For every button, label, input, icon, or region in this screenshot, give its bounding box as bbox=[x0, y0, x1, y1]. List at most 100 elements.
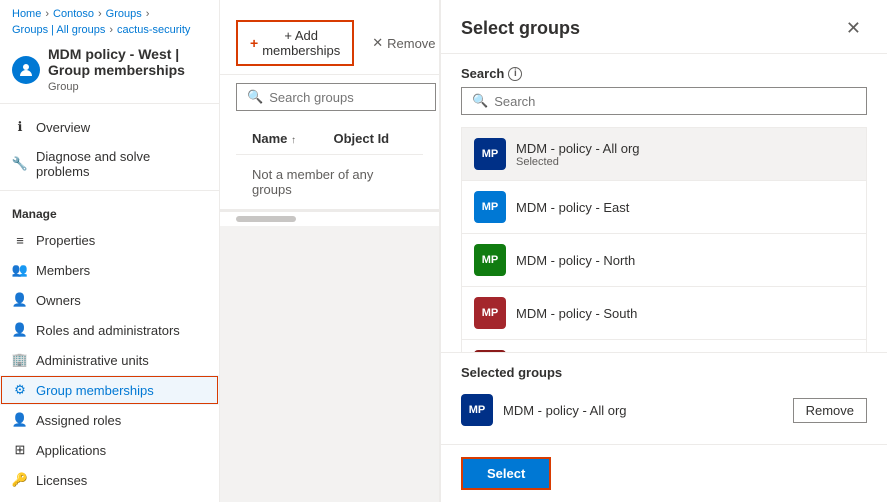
main-content: + + Add memberships ✕ Remove 🔍 Name ↑ Ob… bbox=[220, 0, 439, 502]
breadcrumb-cactus[interactable]: cactus-security bbox=[117, 24, 190, 36]
group-item-north[interactable]: MP MDM - policy - North bbox=[462, 234, 866, 287]
remove-label: Remove bbox=[387, 36, 435, 51]
panel-search-icon: 🔍 bbox=[472, 93, 488, 109]
group-name-east: MDM - policy - East bbox=[516, 200, 854, 215]
search-row: 🔍 bbox=[220, 75, 439, 119]
panel-search-container: 🔍 bbox=[461, 87, 867, 115]
list-icon: ≡ bbox=[12, 232, 28, 248]
selected-section-title: Selected groups bbox=[461, 365, 867, 380]
add-memberships-label: + Add memberships bbox=[262, 28, 340, 58]
wrench-icon: 🔧 bbox=[12, 156, 28, 172]
selected-groups-section: Selected groups MP MDM - policy - All or… bbox=[441, 352, 887, 444]
avatar-all-org: MP bbox=[474, 138, 506, 170]
sidebar-label-owners: Owners bbox=[36, 293, 81, 308]
sidebar-item-members[interactable]: 👥 Members bbox=[0, 255, 219, 285]
selected-item-all-org: MP MDM - policy - All org Remove bbox=[461, 388, 867, 432]
applications-icon: ⊞ bbox=[12, 442, 28, 458]
select-groups-panel: Select groups ✕ Search i 🔍 MP MDM - poli… bbox=[439, 0, 887, 502]
remove-selected-button[interactable]: Remove bbox=[793, 398, 867, 423]
breadcrumb-contoso[interactable]: Contoso bbox=[53, 8, 94, 20]
sidebar-label-assigned-roles: Assigned roles bbox=[36, 413, 121, 428]
search-label: Search i bbox=[461, 66, 867, 81]
group-name-north: MDM - policy - North bbox=[516, 253, 854, 268]
sidebar-item-assigned-roles[interactable]: 👤 Assigned roles bbox=[0, 405, 219, 435]
avatar-north: MP bbox=[474, 244, 506, 276]
sidebar-item-overview[interactable]: ℹ Overview bbox=[0, 112, 219, 142]
plus-icon: + bbox=[250, 35, 258, 51]
group-name-south: MDM - policy - South bbox=[516, 306, 854, 321]
sidebar-label-licenses: Licenses bbox=[36, 473, 87, 488]
group-item-all-org[interactable]: MP MDM - policy - All org Selected bbox=[462, 128, 866, 181]
sidebar-item-properties[interactable]: ≡ Properties bbox=[0, 225, 219, 255]
scroll-row bbox=[220, 210, 439, 226]
col-name-header: Name ↑ bbox=[252, 131, 326, 146]
owner-icon: 👤 bbox=[12, 292, 28, 308]
panel-header: Select groups ✕ bbox=[441, 0, 887, 54]
group-info-south: MDM - policy - South bbox=[516, 306, 854, 321]
page-title: MDM policy - West | Group memberships bbox=[48, 46, 207, 78]
col-obj-header: Object Id bbox=[334, 131, 408, 146]
sidebar-item-owners[interactable]: 👤 Owners bbox=[0, 285, 219, 315]
group-item-east[interactable]: MP MDM - policy - East bbox=[462, 181, 866, 234]
remove-x-icon: ✕ bbox=[372, 35, 383, 51]
page-header-text: MDM policy - West | Group memberships Gr… bbox=[48, 46, 207, 93]
avatar-south: MP bbox=[474, 297, 506, 329]
panel-search-input[interactable] bbox=[494, 94, 856, 109]
info-icon: ℹ bbox=[12, 119, 28, 135]
avatar-east: MP bbox=[474, 191, 506, 223]
empty-message: Not a member of any groups bbox=[252, 167, 373, 197]
toolbar: + + Add memberships ✕ Remove bbox=[236, 12, 423, 74]
group-list: MP MDM - policy - All org Selected MP MD… bbox=[461, 127, 867, 352]
licenses-icon: 🔑 bbox=[12, 472, 28, 488]
page-icon bbox=[12, 56, 40, 84]
sidebar-item-azure-roles[interactable]: 🛡 Azure role assignments bbox=[0, 495, 219, 502]
remove-button[interactable]: ✕ Remove bbox=[362, 29, 439, 57]
group-info-all-org: MDM - policy - All org Selected bbox=[516, 141, 854, 168]
sidebar: Home › Contoso › Groups › Groups | All g… bbox=[0, 0, 220, 502]
panel-title: Select groups bbox=[461, 18, 580, 39]
search-groups-container: 🔍 bbox=[236, 83, 436, 111]
sidebar-label-roles: Roles and administrators bbox=[36, 323, 180, 338]
breadcrumb-groups[interactable]: Groups bbox=[106, 8, 142, 20]
group-info-east: MDM - policy - East bbox=[516, 200, 854, 215]
sidebar-item-roles[interactable]: 👤 Roles and administrators bbox=[0, 315, 219, 345]
group-item-south[interactable]: MP MDM - policy - South bbox=[462, 287, 866, 340]
gear-icon: ⚙ bbox=[12, 382, 28, 398]
select-button[interactable]: Select bbox=[461, 457, 551, 490]
sidebar-item-licenses[interactable]: 🔑 Licenses bbox=[0, 465, 219, 495]
assigned-roles-icon: 👤 bbox=[12, 412, 28, 428]
sidebar-label-admin-units: Administrative units bbox=[36, 353, 149, 368]
selected-avatar-all-org: MP bbox=[461, 394, 493, 426]
sidebar-item-diagnose[interactable]: 🔧 Diagnose and solve problems bbox=[0, 142, 219, 186]
add-memberships-button[interactable]: + + Add memberships bbox=[236, 20, 354, 66]
sidebar-item-admin-units[interactable]: 🏢 Administrative units bbox=[0, 345, 219, 375]
group-name-all-org: MDM - policy - All org bbox=[516, 141, 854, 156]
sidebar-label-applications: Applications bbox=[36, 443, 106, 458]
search-icon: 🔍 bbox=[247, 89, 263, 105]
group-selected-tag-all-org: Selected bbox=[516, 156, 854, 168]
panel-body: Search i 🔍 MP MDM - policy - All org Sel… bbox=[441, 54, 887, 352]
breadcrumb: Home › Contoso › Groups › Groups | All g… bbox=[0, 0, 219, 40]
table-header: Name ↑ Object Id bbox=[236, 123, 423, 155]
search-groups-input[interactable] bbox=[269, 90, 425, 105]
sidebar-label-members: Members bbox=[36, 263, 90, 278]
group-info-north: MDM - policy - North bbox=[516, 253, 854, 268]
members-icon: 👥 bbox=[12, 262, 28, 278]
sidebar-item-applications[interactable]: ⊞ Applications bbox=[0, 435, 219, 465]
panel-close-button[interactable]: ✕ bbox=[840, 16, 867, 41]
sidebar-label-overview: Overview bbox=[36, 120, 90, 135]
divider-1 bbox=[0, 190, 219, 191]
breadcrumb-home[interactable]: Home bbox=[12, 8, 41, 20]
page-header: MDM policy - West | Group memberships Gr… bbox=[0, 40, 219, 104]
sidebar-item-group-memberships[interactable]: ⚙ Group memberships bbox=[0, 375, 219, 405]
table-body: Not a member of any groups bbox=[236, 155, 423, 209]
breadcrumb-all-groups[interactable]: Groups | All groups bbox=[12, 24, 105, 36]
panel-footer: Select bbox=[441, 444, 887, 502]
search-info-icon: i bbox=[508, 67, 522, 81]
scroll-thumb[interactable] bbox=[236, 216, 296, 222]
sidebar-label-group-memberships: Group memberships bbox=[36, 383, 154, 398]
group-item-west[interactable]: MP MDM - policy - West bbox=[462, 340, 866, 352]
sort-icon: ↑ bbox=[291, 135, 296, 146]
page-subtitle: Group bbox=[48, 81, 79, 93]
main-header: + + Add memberships ✕ Remove bbox=[220, 0, 439, 75]
